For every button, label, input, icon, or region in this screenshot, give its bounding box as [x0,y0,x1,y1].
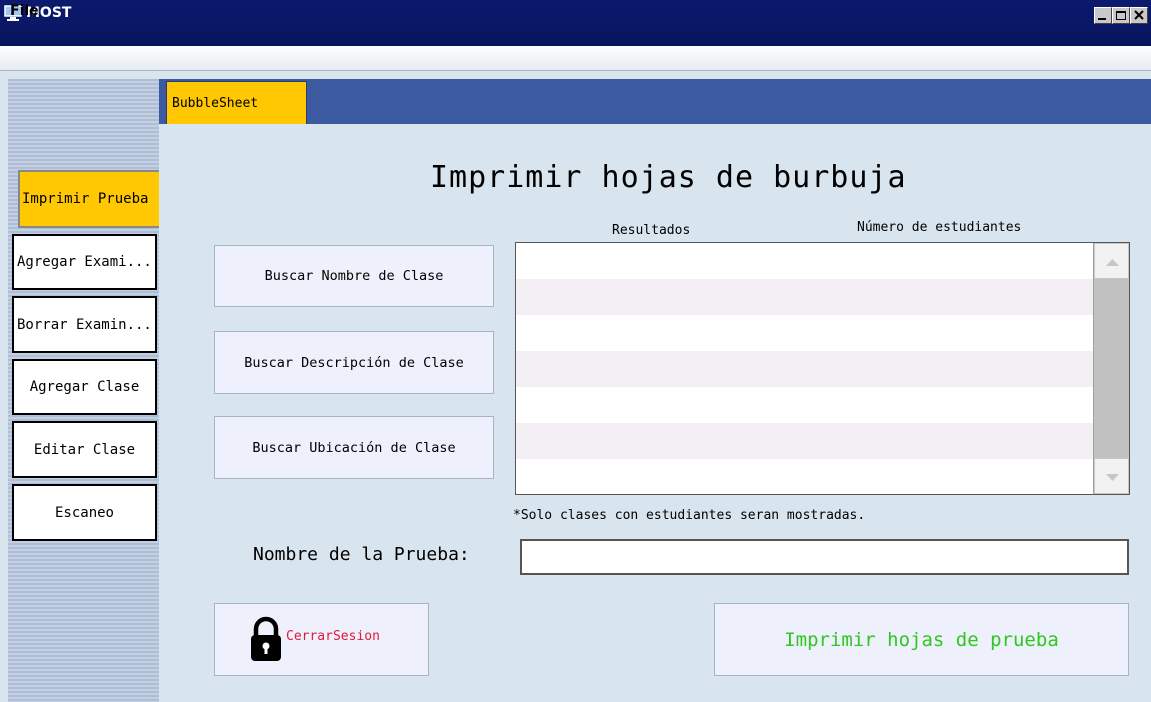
list-row[interactable] [516,243,1094,279]
column-header-resultados: Resultados [612,223,691,238]
search-class-name-button[interactable]: Buscar Nombre de Clase [214,245,494,307]
test-name-label: Nombre de la Prueba: [253,544,470,565]
search-class-description-button[interactable]: Buscar Descripción de Clase [214,331,494,394]
maximize-button[interactable] [1112,7,1130,24]
list-row[interactable] [516,315,1094,351]
results-list[interactable] [515,242,1130,495]
logout-label: CerrarSesion [286,629,380,644]
minimize-button[interactable] [1094,7,1112,24]
sidebar-item-agregar-examen[interactable]: Agregar Exami... [12,234,157,290]
scroll-down-button[interactable] [1094,458,1129,494]
search-class-location-button[interactable]: Buscar Ubicación de Clase [214,416,494,479]
lock-icon [248,616,284,662]
scroll-up-button[interactable] [1094,243,1129,279]
list-row[interactable] [516,387,1094,423]
close-button[interactable] [1130,7,1148,24]
tab-bubblesheet[interactable]: BubbleSheet [166,81,307,126]
title-bar [0,0,1151,46]
sidebar-item-borrar-examen[interactable]: Borrar Examin... [12,296,157,353]
list-row[interactable] [516,279,1094,315]
column-header-numero-estudiantes: Número de estudiantes [857,220,1022,235]
tab-strip [159,79,1151,124]
list-row[interactable] [516,351,1094,387]
sidebar-item-agregar-clase[interactable]: Agregar Clase [12,359,157,415]
list-row[interactable] [516,423,1094,459]
list-row[interactable] [516,459,1094,494]
sidebar-item-editar-clase[interactable]: Editar Clase [12,421,157,478]
menu-file[interactable]: File [10,3,39,19]
menu-bar [0,46,1151,71]
vertical-scrollbar[interactable] [1093,243,1129,494]
print-test-sheets-button[interactable]: Imprimir hojas de prueba [714,603,1129,676]
sidebar-item-escaneo[interactable]: Escaneo [12,484,157,541]
page-title: Imprimir hojas de burbuja [430,160,907,195]
results-note: *Solo clases con estudiantes seran mostr… [513,508,866,523]
test-name-input[interactable] [520,539,1129,575]
sidebar-item-imprimir-prueba[interactable]: Imprimir Prueba [18,170,163,228]
